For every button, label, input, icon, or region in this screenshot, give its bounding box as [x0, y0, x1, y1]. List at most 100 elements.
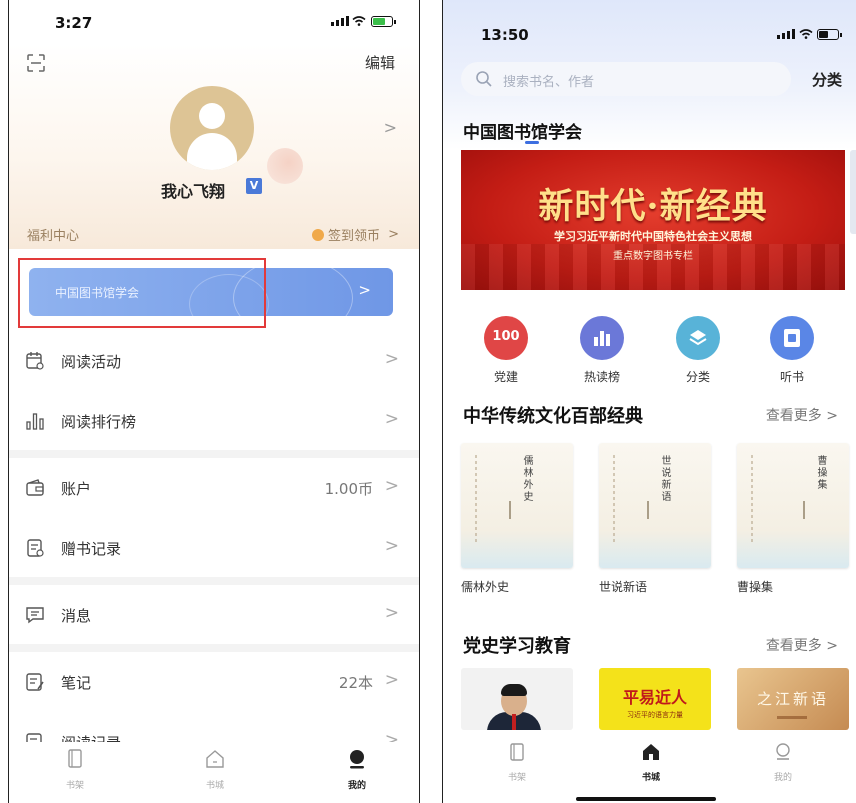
tab-label: 书城 [205, 781, 224, 791]
menu-item-reading-ranking[interactable]: 阅读排行榜 > [9, 390, 419, 452]
classics-section-title: 中华传统文化百部经典 [463, 406, 643, 427]
quick-link-party[interactable]: 100 党建 [471, 316, 541, 385]
section-title: 中国图书馆学会 [463, 123, 582, 143]
home-indicator [576, 797, 716, 801]
tab-bookstore[interactable]: 书城 [621, 742, 681, 783]
book-cover[interactable]: 平易近人 习近平的语言力量 [599, 668, 711, 730]
title-underline [525, 141, 539, 144]
quick-link-category[interactable]: 分类 [663, 316, 733, 385]
coin-icon [311, 228, 324, 241]
chevron-right-icon[interactable]: > [384, 118, 397, 137]
menu-item-reading-activities[interactable]: 阅读活动 > [9, 330, 419, 392]
hero-banner[interactable]: 新时代·新经典 学习习近平新时代中国特色社会主义思想 重点数字图书专栏 [461, 150, 845, 290]
chevron-right-icon: > [384, 349, 399, 369]
tab-mine[interactable]: 我的 [753, 742, 813, 783]
book-cover[interactable]: 之江新语 [737, 668, 849, 730]
verified-badge: V [246, 178, 262, 194]
wifi-icon [352, 16, 366, 26]
welfare-center-label[interactable]: 福利中心 [27, 225, 79, 244]
cover-title: 之江新语 [756, 690, 829, 708]
bottom-tab-bar: 书架 书城 我的 [443, 736, 856, 803]
menu-item-account[interactable]: 账户 1.00币 > [9, 457, 419, 519]
quick-link-label: 党建 [493, 370, 518, 384]
username: 我心飞翔 [161, 182, 226, 201]
tab-bookshelf[interactable]: 书架 [45, 748, 105, 791]
signin-coin-link[interactable]: 签到领币 > [311, 225, 399, 244]
wallet-icon [26, 479, 44, 496]
tab-bookstore[interactable]: 书城 [185, 748, 245, 791]
category-button[interactable]: 分类 [812, 69, 842, 90]
cover-title: 儒林外史 [521, 455, 532, 503]
bar-chart-icon [26, 413, 44, 430]
tab-bookshelf[interactable]: 书架 [487, 742, 547, 783]
book-title: 儒林外史 [461, 580, 510, 594]
banner-subtitle: 重点数字图书专栏 [613, 251, 693, 262]
menu-label: 赠书记录 [61, 540, 122, 558]
banner-subtitle: 学习习近平新时代中国特色社会主义思想 [554, 230, 752, 243]
tab-label: 我的 [347, 781, 366, 791]
chevron-right-icon: > [358, 281, 371, 299]
avatar[interactable] [170, 86, 254, 170]
account-balance: 1.00币 [324, 480, 373, 498]
home-icon [643, 744, 659, 760]
chart-icon [580, 316, 624, 360]
book-cover: 曹操集 [737, 443, 849, 568]
menu-label: 阅读排行榜 [61, 413, 137, 431]
scan-icon[interactable] [27, 54, 45, 72]
cover-title: 平易近人 [622, 688, 687, 707]
book-cover-portrait[interactable] [461, 668, 573, 730]
chevron-right-icon: > [384, 603, 399, 623]
menu-item-messages[interactable]: 消息 > [9, 584, 419, 646]
status-time: 3:27 [55, 14, 93, 32]
party-icon: 100 [484, 316, 528, 360]
quick-link-audio[interactable]: 听书 [757, 316, 827, 385]
quick-link-label: 听书 [779, 370, 804, 384]
book-card[interactable]: 世说新语 世说新语 [599, 443, 711, 595]
menu-item-gift-record[interactable]: 赠书记录 > [9, 517, 419, 579]
book-cover: 世说新语 [599, 443, 711, 568]
quick-link-label: 热读榜 [583, 370, 620, 384]
bottom-tab-bar: 书架 书城 我的 [9, 742, 419, 803]
notes-count: 22本 [338, 674, 373, 692]
bookshelf-icon [510, 743, 524, 761]
book-cover: 儒林外史 [461, 443, 573, 568]
next-banner-peek [850, 150, 856, 234]
cover-title: 世说新语 [659, 455, 670, 503]
menu-label: 笔记 [61, 674, 92, 692]
highlight-annotation-box [18, 258, 266, 328]
status-bar: 3:27 [9, 0, 419, 44]
quick-link-hot[interactable]: 热读榜 [567, 316, 637, 385]
search-bar[interactable]: 搜索书名、作者 [461, 62, 791, 96]
tab-mine[interactable]: 我的 [327, 748, 387, 791]
wifi-icon [799, 29, 813, 39]
book-card[interactable]: 儒林外史 儒林外史 [461, 443, 573, 595]
menu-label: 消息 [61, 607, 92, 625]
menu-label: 阅读活动 [61, 353, 122, 371]
profile-header: 编辑 > 我心飞翔 V 福利中心 签到领币 > [9, 44, 419, 249]
book-title: 曹操集 [737, 580, 774, 594]
menu-item-notes[interactable]: 笔记 22本 > [9, 651, 419, 713]
chevron-right-icon: > [383, 227, 399, 242]
bookstore-screen: 13:50 搜索书名、作者 分类 中国图书馆学会 新时代·新经典 学习习近平新时… [442, 0, 856, 803]
signal-icon [331, 16, 349, 26]
tab-label: 我的 [773, 773, 792, 783]
decorative-moon [267, 148, 303, 184]
profile-screen: 3:27 编辑 > 我心飞翔 V 福利中心 签到领币 > 中国图书馆学会 > 阅… [8, 0, 420, 803]
quick-link-label: 分类 [685, 370, 710, 384]
edit-button[interactable]: 编辑 [365, 52, 395, 73]
classics-more-link[interactable]: 查看更多 > [766, 405, 838, 425]
message-icon [26, 607, 44, 624]
search-icon [476, 71, 492, 87]
gift-record-icon [27, 539, 44, 557]
search-placeholder: 搜索书名、作者 [503, 75, 595, 90]
book-card[interactable]: 曹操集 曹操集 [737, 443, 849, 595]
party-history-section-title: 党史学习教育 [463, 636, 571, 657]
home-icon [206, 750, 224, 768]
party-history-more-link[interactable]: 查看更多 > [766, 635, 838, 655]
bookshelf-icon [68, 749, 82, 768]
user-icon [776, 743, 790, 760]
chevron-right-icon: > [384, 536, 399, 556]
tab-label: 书架 [65, 781, 84, 791]
chevron-right-icon: > [384, 670, 399, 690]
banner-title: 新时代·新经典 [538, 186, 768, 227]
